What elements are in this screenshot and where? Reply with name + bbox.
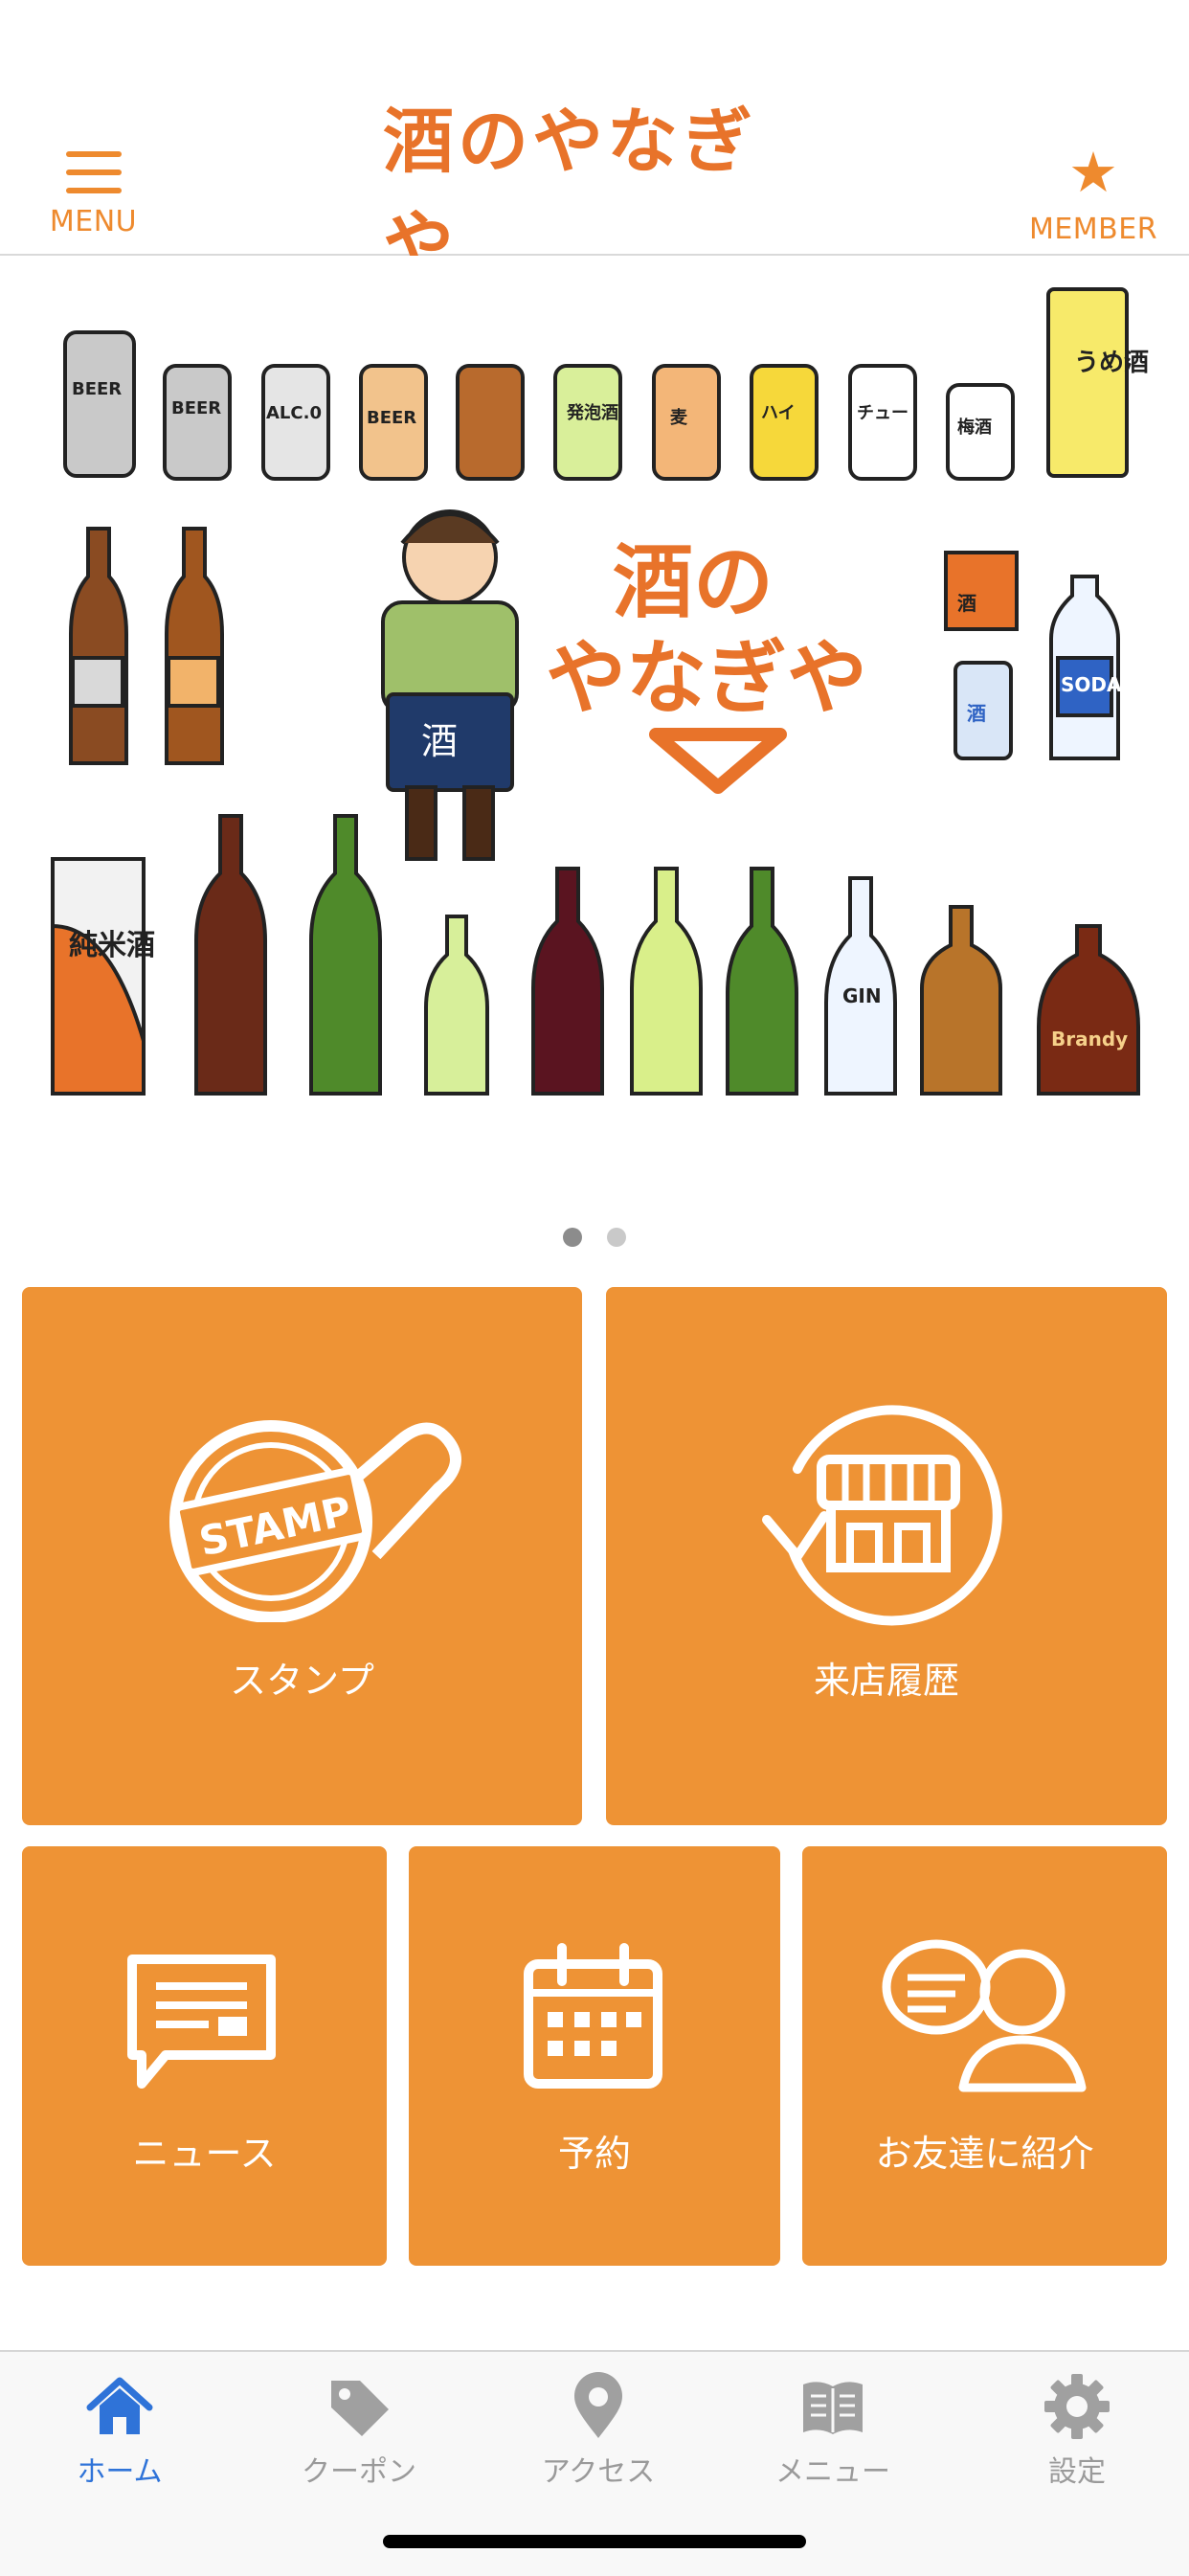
home-indicator[interactable] [383,2535,806,2548]
banner-illustration: BEER BEER ALC.0 BEER 発泡酒 麦 ハイ チュー 梅酒 うめ酒 [51,287,1149,1096]
tile-reservation[interactable]: 予約 [409,1846,780,2266]
svg-text:BEER: BEER [367,408,416,428]
svg-text:SODA: SODA [1061,673,1122,696]
coupon-icon [331,2381,389,2436]
svg-text:純米酒: 純米酒 [69,929,155,962]
svg-text:発泡酒: 発泡酒 [566,402,618,423]
page-dot-2[interactable] [607,1228,626,1247]
gear-icon [1044,2374,1110,2439]
store-history-icon [762,1405,1002,1626]
tab-coupon[interactable]: クーポン [263,2371,455,2505]
tile-stamp[interactable]: STAMP スタンプ [22,1287,582,1825]
tile-news-label: ニュース [132,2133,277,2175]
svg-text:うめ酒: うめ酒 [1074,349,1149,377]
banner-logo-line1: 酒の [613,534,774,629]
member-button[interactable]: ★ MEMBER [1026,140,1160,246]
banner-carousel[interactable]: BEER BEER ALC.0 BEER 発泡酒 麦 ハイ チュー 梅酒 うめ酒 [0,256,1189,1213]
tab-settings[interactable]: 設定 [981,2371,1173,2505]
shopkeeper-illustration: 酒 [381,509,519,861]
tab-home[interactable]: ホーム [24,2371,215,2505]
tab-menu[interactable]: メニュー [737,2371,929,2505]
page-dot-1[interactable] [563,1228,582,1247]
svg-text:チュー: チュー [857,403,909,423]
hamburger-icon [65,151,122,193]
tile-stamp-label: スタンプ [230,1660,374,1702]
home-icon [86,2377,153,2434]
stamp-icon: STAMP [169,1420,461,1622]
banner-logo-line2: やなぎや [546,630,867,725]
tile-news[interactable]: ニュース [22,1846,387,2266]
tile-visit-history-label: 来店履歴 [813,1660,959,1702]
tile-refer-friend-label: お友達に紹介 [875,2133,1094,2175]
svg-text:ALC.0: ALC.0 [266,403,322,423]
svg-text:麦: 麦 [670,407,688,428]
bottles-row [51,814,1140,1096]
tab-access[interactable]: アクセス [503,2371,694,2505]
svg-text:酒: 酒 [967,702,986,725]
tile-visit-history[interactable]: 来店履歴 [606,1287,1167,1825]
banner-logo: 酒の やなぎや [546,534,867,794]
tab-menu-label: メニュー [775,2455,890,2489]
member-label: MEMBER [1028,213,1158,246]
svg-text:酒: 酒 [421,720,458,762]
svg-text:BEER: BEER [171,398,221,418]
map-pin-icon [574,2372,622,2438]
menu-label: MENU [49,205,138,238]
app-logo: 酒のやなぎや [383,101,806,285]
svg-text:GIN: GIN [842,984,882,1007]
sake-and-soda [944,551,1120,760]
tab-access-label: アクセス [541,2455,656,2489]
tab-coupon-label: クーポン [302,2455,416,2489]
book-icon [803,2382,863,2434]
app-header: MENU 酒のやなぎや ★ MEMBER [0,0,1189,285]
star-icon: ★ [1068,140,1118,205]
menu-button[interactable]: MENU [38,144,148,239]
tile-reservation-label: 予約 [557,2133,631,2175]
tab-home-label: ホーム [77,2455,163,2489]
calendar-icon [524,1943,662,2089]
tile-refer-friend[interactable]: お友達に紹介 [802,1846,1167,2266]
tab-settings-label: 設定 [1048,2455,1106,2489]
svg-text:BEER: BEER [72,379,122,399]
svg-text:Brandy: Brandy [1051,1028,1128,1051]
carousel-page-indicator[interactable] [0,1228,1189,1251]
svg-text:梅酒: 梅酒 [957,417,992,438]
cans-row [63,287,1129,481]
svg-text:酒: 酒 [957,592,976,615]
friend-referral-icon [882,1939,1087,2092]
beer-bottles [69,527,224,765]
svg-text:ハイ: ハイ [761,403,796,423]
news-icon [127,1955,276,2089]
